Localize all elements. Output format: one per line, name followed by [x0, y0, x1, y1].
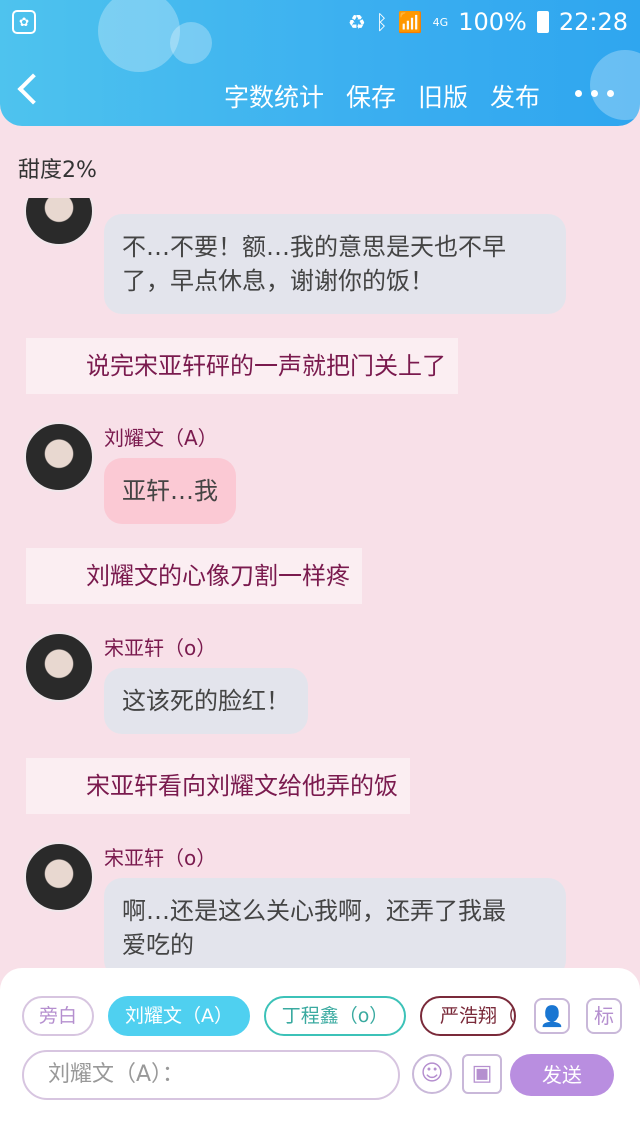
word-count-button[interactable]: 字数统计	[224, 78, 324, 114]
message-input[interactable]: 刘耀文（A）：	[22, 1050, 400, 1100]
chat-text: 啊…还是这么关心我啊，还弄了我最	[122, 897, 506, 925]
clock: 22:28	[558, 8, 628, 36]
send-button[interactable]: 发送	[510, 1054, 614, 1096]
narration-block[interactable]: 宋亚轩看向刘耀文给他弄的饭	[26, 758, 410, 814]
user-icon[interactable]: 👤	[534, 998, 570, 1034]
recycle-icon: ♻	[347, 10, 366, 34]
publish-button[interactable]: 发布	[490, 78, 540, 114]
narration-block[interactable]: 刘耀文的心像刀割一样疼	[26, 548, 362, 604]
bottom-strip	[0, 1102, 640, 1138]
chat-text: 爱吃的	[122, 931, 194, 959]
status-indicators: ♻ ᛒ 📶 4G 100% 22:28	[348, 8, 628, 36]
avatar[interactable]	[24, 842, 94, 912]
chat-text: 了，早点休息，谢谢你的饭！	[122, 267, 434, 295]
back-icon[interactable]	[17, 73, 49, 105]
bluetooth-icon: ᛒ	[375, 10, 388, 34]
battery-percent: 100%	[458, 8, 527, 36]
role-button[interactable]: 丁程鑫（o）	[264, 996, 406, 1036]
chat-bubble[interactable]: 亚轩…我	[104, 458, 236, 524]
narration-block[interactable]: 说完宋亚轩砰的一声就把门关上了	[26, 338, 458, 394]
avatar[interactable]	[24, 198, 94, 246]
header-actions: 字数统计 保存 旧版 发布	[224, 78, 540, 114]
app-header: ✿ ♻ ᛒ 📶 4G 100% 22:28 字数统计 保存 旧版 发布	[0, 0, 640, 126]
image-icon[interactable]: ▣	[462, 1054, 502, 1094]
chat-text: 不…不要！额…我的意思是天也不早	[122, 233, 506, 261]
status-bar: ✿ ♻ ᛒ 📶 4G 100% 22:28	[0, 0, 640, 44]
sweetness-label: 甜度2%	[18, 158, 97, 183]
baidu-paw-icon: ✿	[12, 10, 36, 34]
tag-icon[interactable]: 标	[586, 998, 622, 1034]
speaker-name: 宋亚轩（o）	[104, 846, 217, 870]
role-narrator-button[interactable]: 旁白	[22, 996, 94, 1036]
speaker-name: 宋亚轩（o）	[104, 636, 217, 660]
old-version-button[interactable]: 旧版	[418, 78, 468, 114]
network-type: 4G	[432, 15, 449, 29]
battery-icon	[536, 11, 549, 33]
chat-bubble[interactable]: 这该死的脸红！	[104, 668, 308, 734]
role-active-button[interactable]: 刘耀文（A）	[108, 996, 250, 1036]
wifi-icon: 📶	[397, 10, 423, 34]
chat-text: 亚轩…我	[122, 477, 218, 505]
emoji-icon[interactable]: ☺	[412, 1054, 452, 1094]
speaker-name: 刘耀文（A）	[104, 426, 218, 450]
more-icon[interactable]	[575, 90, 614, 97]
role-button[interactable]: 严浩翔（A）	[420, 996, 516, 1036]
story-feed[interactable]: 不…不要！额…我的意思是天也不早 了，早点休息，谢谢你的饭！ 说完宋亚轩砰的一声…	[0, 198, 640, 970]
chat-text: 这该死的脸红！	[122, 687, 290, 715]
nav-bar: 字数统计 保存 旧版 发布	[0, 64, 640, 120]
save-button[interactable]: 保存	[346, 78, 396, 114]
chat-bubble[interactable]: 啊…还是这么关心我啊，还弄了我最 爱吃的	[104, 878, 566, 970]
compose-panel: 旁白 刘耀文（A） 丁程鑫（o） 严浩翔（A） 👤 标 刘耀文（A）： ☺ ▣ …	[0, 968, 640, 1102]
avatar[interactable]	[24, 422, 94, 492]
chat-bubble[interactable]: 不…不要！额…我的意思是天也不早 了，早点休息，谢谢你的饭！	[104, 214, 566, 314]
avatar[interactable]	[24, 632, 94, 702]
